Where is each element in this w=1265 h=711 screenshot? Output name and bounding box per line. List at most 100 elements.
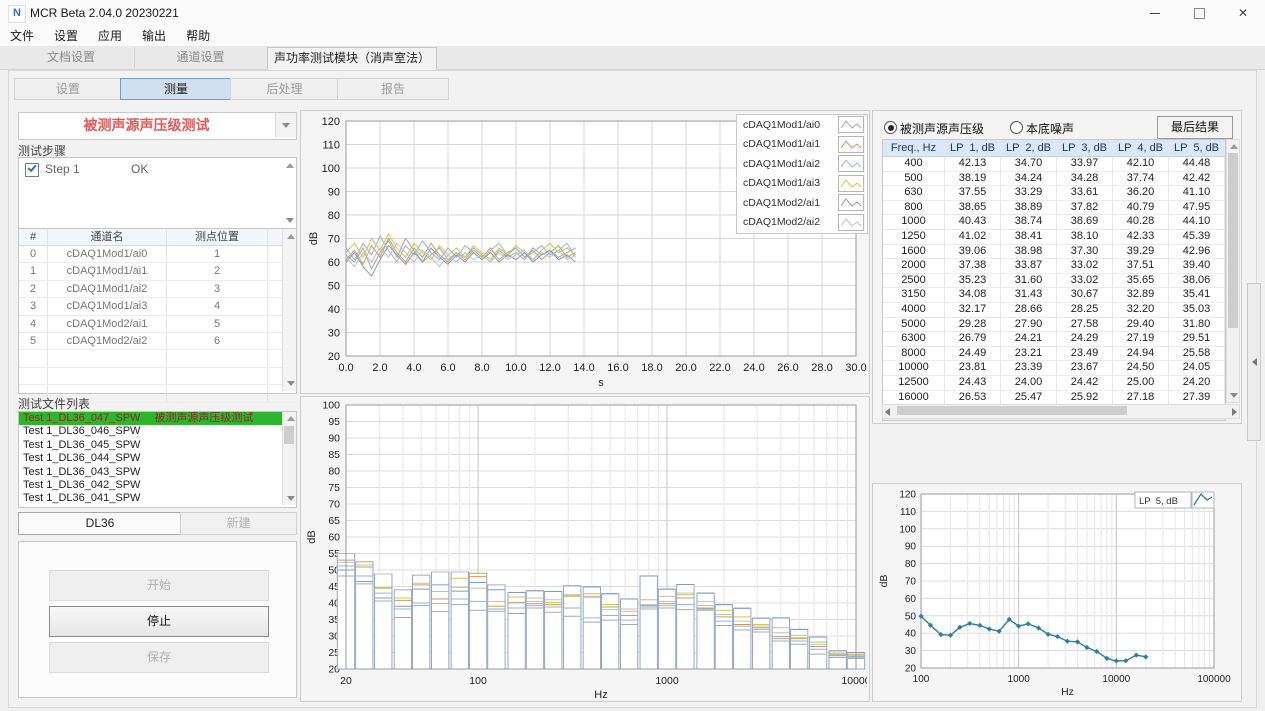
menu-item-1[interactable]: 设置 bbox=[44, 26, 88, 46]
cell: 0 bbox=[19, 246, 48, 262]
column-header: LP 3, dB bbox=[1057, 140, 1113, 156]
menu-item-4[interactable]: 帮助 bbox=[176, 26, 220, 46]
subtab-3[interactable]: 报告 bbox=[337, 78, 449, 100]
table-row[interactable]: 63037.5533.2933.6136.2041.10 bbox=[883, 186, 1225, 201]
scroll-up-icon[interactable] bbox=[285, 413, 296, 424]
list-item[interactable]: Test 1_DL36_044_SPW bbox=[19, 452, 296, 465]
scrollbar-thumb[interactable] bbox=[284, 426, 294, 444]
table-row[interactable]: 1000023.8123.3923.6724.5024.05 bbox=[883, 361, 1225, 376]
menu-item-3[interactable]: 输出 bbox=[132, 26, 176, 46]
scroll-up-icon[interactable] bbox=[1228, 141, 1239, 152]
scrollbar-thumb[interactable] bbox=[897, 406, 1127, 415]
table-row[interactable]: 80038.6538.8937.8240.7947.95 bbox=[883, 201, 1225, 216]
scroll-down-icon[interactable] bbox=[1228, 390, 1239, 401]
list-item[interactable]: Test 1_DL36_041_SPW bbox=[19, 492, 296, 505]
test-type-dropdown[interactable]: 被测声源声压级测试 bbox=[18, 112, 297, 140]
tab-0[interactable]: 文档设置 bbox=[8, 47, 135, 68]
file-list-scrollbar[interactable] bbox=[282, 412, 296, 505]
table-row[interactable]: 125041.0238.4138.1042.3345.39 bbox=[883, 230, 1225, 245]
cell: 24.29 bbox=[1057, 332, 1113, 346]
menu-item-2[interactable]: 应用 bbox=[88, 26, 132, 46]
cell: 40.28 bbox=[1113, 215, 1169, 229]
cell: 24.00 bbox=[1001, 376, 1057, 390]
dropdown-button[interactable] bbox=[275, 113, 296, 137]
steps-list[interactable]: Step 1 OK bbox=[18, 157, 297, 229]
svg-text:70: 70 bbox=[328, 499, 340, 511]
legend-item[interactable]: cDAQ1Mod2/ai2 bbox=[737, 213, 867, 233]
cell: 38.41 bbox=[1001, 230, 1057, 244]
list-item[interactable]: Test 1_DL36_042_SPW bbox=[19, 479, 296, 492]
svg-text:80: 80 bbox=[328, 466, 340, 478]
list-item[interactable]: Test 1_DL36_046_SPW bbox=[19, 425, 296, 438]
tab-2[interactable]: 声功率测试模块（消声室法） bbox=[267, 47, 437, 70]
results-table-vscrollbar[interactable] bbox=[1226, 139, 1240, 403]
cell: cDAQ1Mod1/ai0 bbox=[48, 246, 167, 262]
cell: 25.92 bbox=[1057, 391, 1113, 405]
table-row[interactable]: 1600026.5325.4725.9227.1827.39 bbox=[883, 391, 1225, 406]
table-row[interactable]: 500029.2827.9027.5829.4031.80 bbox=[883, 318, 1225, 333]
table-row[interactable]: 0cDAQ1Mod1/ai01 bbox=[19, 246, 296, 263]
list-item[interactable]: Test 1_DL36_045_SPW bbox=[19, 439, 296, 452]
list-item[interactable]: Test 1_DL36_047_SPW被测声源声压级测试 bbox=[19, 412, 296, 425]
results-table-hscrollbar[interactable] bbox=[882, 404, 1240, 419]
table-row[interactable]: 800024.4923.2123.4924.9425.58 bbox=[883, 347, 1225, 362]
table-row[interactable]: 160039.0638.9837.3039.2942.96 bbox=[883, 245, 1225, 260]
step-item[interactable]: Step 1 OK bbox=[19, 160, 279, 178]
tab-1[interactable]: 通道设置 bbox=[134, 47, 268, 68]
save-button[interactable]: 保存 bbox=[49, 642, 269, 673]
scroll-down-icon[interactable] bbox=[284, 215, 295, 226]
scroll-left-icon[interactable] bbox=[885, 408, 890, 416]
new-button[interactable]: 新建 bbox=[180, 512, 297, 535]
table-row[interactable]: 40042.1334.7033.9742.1044.48 bbox=[883, 157, 1225, 172]
cell: 26.79 bbox=[945, 332, 1001, 346]
radio-source-level[interactable] bbox=[884, 121, 897, 134]
table-row[interactable]: 4cDAQ1Mod2/ai15 bbox=[19, 316, 296, 333]
table-row[interactable]: 315034.0831.4330.6732.8935.41 bbox=[883, 288, 1225, 303]
minimize-button[interactable] bbox=[1133, 0, 1177, 26]
scrollbar-thumb[interactable] bbox=[1228, 153, 1238, 328]
table-row[interactable]: 200037.3833.8733.0237.5139.40 bbox=[883, 259, 1225, 274]
close-button[interactable]: ✕ bbox=[1221, 0, 1265, 26]
start-button[interactable]: 开始 bbox=[49, 570, 269, 601]
table-row[interactable]: 50038.1934.2434.2837.7442.42 bbox=[883, 172, 1225, 187]
cell: 24.43 bbox=[945, 376, 1001, 390]
radio-source-label[interactable]: 被测声源声压级 bbox=[900, 120, 984, 137]
legend-item[interactable]: cDAQ1Mod1/ai2 bbox=[737, 154, 867, 174]
stop-button[interactable]: 停止 bbox=[49, 606, 269, 637]
menu-item-0[interactable]: 文件 bbox=[0, 26, 44, 46]
table-row[interactable]: 5cDAQ1Mod2/ai26 bbox=[19, 333, 296, 350]
table-row[interactable]: 100040.4338.7438.6940.2844.10 bbox=[883, 215, 1225, 230]
table-row[interactable]: 400032.1728.6628.2532.2035.03 bbox=[883, 303, 1225, 318]
channel-table-scrollbar[interactable] bbox=[282, 229, 296, 391]
cell: cDAQ1Mod1/ai1 bbox=[48, 263, 167, 279]
svg-text:80: 80 bbox=[328, 210, 340, 222]
legend-item[interactable]: cDAQ1Mod1/ai3 bbox=[737, 174, 867, 194]
legend-item[interactable]: cDAQ1Mod2/ai1 bbox=[737, 193, 867, 213]
table-row[interactable]: 2cDAQ1Mod1/ai23 bbox=[19, 281, 296, 298]
legend-item[interactable]: cDAQ1Mod1/ai1 bbox=[737, 135, 867, 155]
maximize-button[interactable] bbox=[1177, 0, 1221, 26]
step-checkbox-icon[interactable] bbox=[25, 163, 39, 177]
subtab-0[interactable]: 设置 bbox=[14, 78, 122, 100]
radio-noise-label[interactable]: 本底噪声 bbox=[1026, 120, 1074, 137]
scroll-up-icon[interactable] bbox=[284, 160, 295, 171]
table-row[interactable]: 1cDAQ1Mod1/ai12 bbox=[19, 263, 296, 280]
subtab-1[interactable]: 测量 bbox=[120, 78, 232, 100]
collapse-panel-button[interactable] bbox=[1247, 283, 1261, 441]
table-row[interactable]: 1250024.4324.0024.4225.0024.20 bbox=[883, 376, 1225, 391]
table-row[interactable]: 250035.2331.6033.0235.6538.06 bbox=[883, 274, 1225, 289]
legend-item[interactable]: cDAQ1Mod1/ai0 bbox=[737, 115, 867, 135]
table-row[interactable]: 3cDAQ1Mod1/ai34 bbox=[19, 298, 296, 315]
final-result-button[interactable]: 最后结果 bbox=[1157, 116, 1233, 139]
scroll-down-icon[interactable] bbox=[285, 378, 296, 389]
scroll-right-icon[interactable] bbox=[1232, 408, 1237, 416]
radio-background-noise[interactable] bbox=[1010, 121, 1023, 134]
table-row[interactable]: 630026.7924.2124.2927.1929.51 bbox=[883, 332, 1225, 347]
cell: 29.51 bbox=[1169, 332, 1225, 346]
cell: 31.60 bbox=[1001, 274, 1057, 288]
scroll-up-icon[interactable] bbox=[285, 231, 296, 242]
scroll-down-icon[interactable] bbox=[285, 493, 296, 504]
dl36-button[interactable]: DL36 bbox=[18, 512, 182, 535]
subtab-2[interactable]: 后处理 bbox=[230, 78, 339, 100]
list-item[interactable]: Test 1_DL36_043_SPW bbox=[19, 466, 296, 479]
